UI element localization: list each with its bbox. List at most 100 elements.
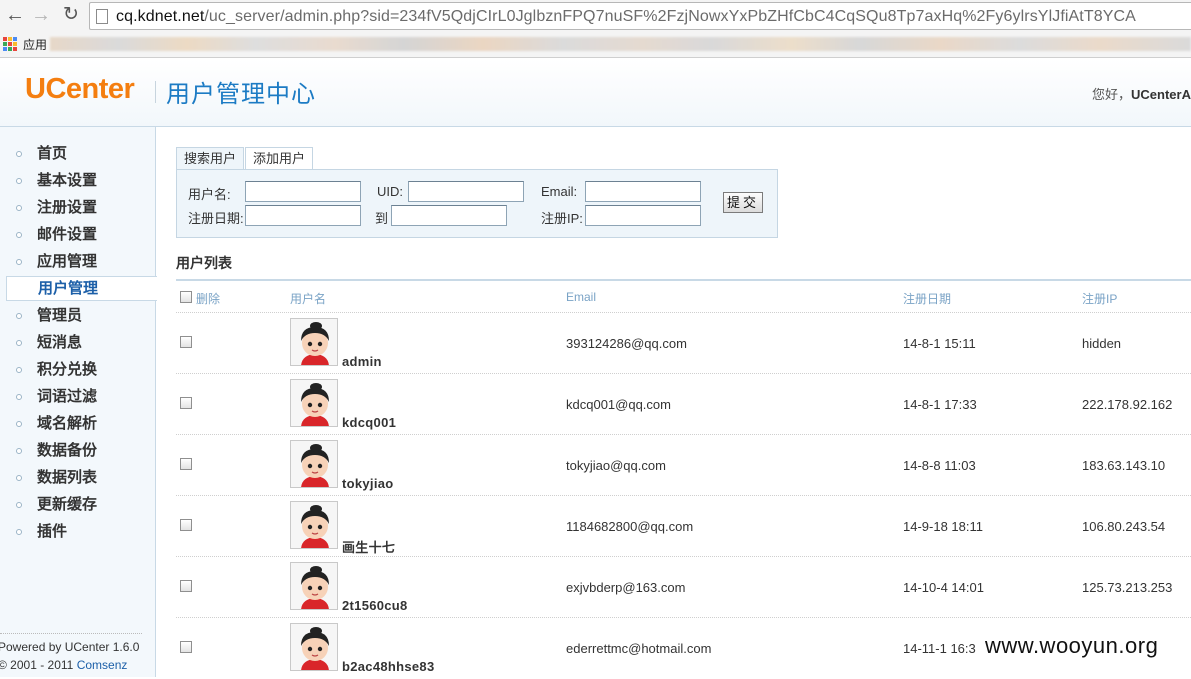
username-text[interactable]: 画生十七 (342, 537, 395, 556)
url-text[interactable]: cq.kdnet.net/uc_server/admin.php?sid=234… (116, 7, 1136, 27)
sidebar-item-label: 词语过滤 (37, 388, 98, 405)
sidebar-item-word-filter[interactable]: 词语过滤 (0, 383, 156, 410)
sidebar-item-domain-resolution[interactable]: 域名解析 (0, 410, 156, 437)
sidebar-item-data-backup[interactable]: 数据备份 (0, 437, 156, 464)
sidebar-item-label: 数据列表 (37, 469, 98, 486)
username-text[interactable]: b2ac48hhse83 (342, 659, 435, 674)
email-cell: 1184682800@qq.com (566, 519, 694, 534)
url-path: /uc_server/admin.php?sid=234fV5QdjCIrL0J… (204, 8, 1136, 25)
sidebar-item-administrators[interactable]: 管理员 (0, 302, 156, 329)
avatar[interactable] (290, 623, 338, 671)
comsenz-link[interactable]: Comsenz (77, 658, 128, 672)
column-header-regdate: 注册日期 (903, 292, 952, 306)
bullet-icon (16, 502, 22, 508)
to-label: 到 (375, 211, 389, 226)
username-text[interactable]: tokyjiao (342, 476, 394, 491)
row-checkbox[interactable] (180, 580, 192, 592)
sidebar-item-app-management[interactable]: 应用管理 (0, 248, 156, 275)
row-checkbox[interactable] (180, 336, 192, 348)
sidebar-item-register-settings[interactable]: 注册设置 (0, 194, 156, 221)
tab-add-user[interactable]: 添加用户 (245, 147, 314, 170)
column-header-delete: 删除 (196, 292, 221, 306)
sidebar-item-label: 积分兑换 (37, 361, 98, 378)
table-row: tokyjiao tokyjiao@qq.com 14-8-8 11:03 18… (176, 435, 1191, 496)
row-checkbox[interactable] (180, 519, 192, 531)
regip-cell: hidden (1082, 336, 1122, 351)
sidebar-item-data-list[interactable]: 数据列表 (0, 464, 156, 491)
sidebar-item-label: 注册设置 (37, 199, 98, 216)
regdate-from-input[interactable] (245, 205, 361, 226)
regip-label: 注册IP: (541, 211, 583, 226)
sidebar-item-user-management[interactable]: 用户管理 (6, 276, 157, 301)
back-arrow-icon[interactable]: ← (4, 4, 26, 26)
sidebar-item-plugins[interactable]: 插件 (0, 518, 156, 545)
regdate-to-input[interactable] (391, 205, 507, 226)
avatar[interactable] (290, 379, 338, 427)
sidebar-item-credit-exchange[interactable]: 积分兑换 (0, 356, 156, 383)
regdate-cell: 14-8-1 15:11 (903, 336, 976, 351)
sidebar-item-label: 域名解析 (37, 415, 98, 432)
apps-label[interactable]: 应用 (23, 36, 47, 53)
regdate-cell: 14-9-18 18:11 (903, 519, 983, 534)
bullet-icon (16, 421, 22, 427)
regip-cell: 125.73.213.253 (1082, 580, 1173, 595)
regdate-cell: 14-8-1 17:33 (903, 397, 977, 412)
tab-search-users[interactable]: 搜索用户 (176, 147, 245, 170)
email-label: Email: (541, 184, 578, 199)
apps-grid-icon[interactable] (3, 37, 17, 51)
email-cell: 393124286@qq.com (566, 336, 687, 351)
table-row: 画生十七 1184682800@qq.com 14-9-18 18:11 106… (176, 496, 1191, 557)
powered-by: Powered by UCenter 1.6.0 (0, 640, 140, 654)
regdate-cell: 14-11-1 16:3 (903, 641, 976, 656)
avatar[interactable] (290, 501, 338, 549)
sidebar-item-mail-settings[interactable]: 邮件设置 (0, 221, 156, 248)
ucenter-logo[interactable]: UCenter (25, 73, 135, 106)
regip-cell: 183.63.143.10 (1082, 458, 1166, 473)
row-checkbox[interactable] (180, 458, 192, 470)
footer-divider (0, 633, 142, 634)
column-header-username: 用户名 (290, 292, 327, 306)
username-text[interactable]: 2t1560cu8 (342, 598, 408, 613)
forward-arrow-icon[interactable]: → (30, 4, 52, 26)
regip-cell: 106.80.243.54 (1082, 519, 1166, 534)
username-text[interactable]: kdcq001 (342, 415, 396, 430)
page-icon (96, 9, 108, 24)
email-cell: tokyjiao@qq.com (566, 458, 666, 473)
greeting-user[interactable]: UCenterAd (1131, 87, 1191, 102)
sidebar-item-update-cache[interactable]: 更新缓存 (0, 491, 156, 518)
bullet-icon (16, 178, 22, 184)
row-checkbox[interactable] (180, 397, 192, 409)
username-text[interactable]: admin (342, 354, 382, 369)
sidebar-item-messages[interactable]: 短消息 (0, 329, 156, 356)
uid-input[interactable] (408, 181, 524, 202)
submit-button[interactable]: 提交 (723, 192, 763, 213)
row-checkbox[interactable] (180, 641, 192, 653)
sidebar-item-label: 更新缓存 (37, 496, 98, 513)
email-cell: exjvbderp@163.com (566, 580, 686, 595)
page-title: 用户管理中心 (166, 81, 316, 108)
avatar[interactable] (290, 440, 338, 488)
address-bar[interactable]: cq.kdnet.net/uc_server/admin.php?sid=234… (89, 2, 1191, 30)
email-cell: kdcq001@qq.com (566, 397, 671, 412)
sidebar-item-basic-settings[interactable]: 基本设置 (0, 167, 156, 194)
sidebar-item-home[interactable]: 首页 (0, 140, 156, 167)
table-row: admin 393124286@qq.com 14-8-1 15:11 hidd… (176, 313, 1191, 374)
sidebar-item-label: 基本设置 (37, 172, 98, 189)
bullet-icon (16, 151, 22, 157)
reload-icon[interactable]: ↻ (60, 4, 82, 26)
regip-input[interactable] (585, 205, 701, 226)
select-all-checkbox[interactable] (180, 291, 192, 303)
browser-chrome: ← → ↻ cq.kdnet.net/uc_server/admin.php?s… (0, 0, 1191, 58)
greeting: 您好，UCenterAd (1092, 84, 1191, 103)
app-header: UCenter 用户管理中心 您好，UCenterAd (0, 59, 1191, 127)
avatar[interactable] (290, 562, 338, 610)
sidebar-item-label: 应用管理 (37, 253, 98, 270)
avatar[interactable] (290, 318, 338, 366)
bullet-icon (16, 205, 22, 211)
sidebar-item-label: 首页 (37, 145, 68, 162)
search-form: 用户名: UID: Email: 注册日期: 到 注册IP: 提交 (176, 169, 778, 238)
email-input[interactable] (585, 181, 701, 202)
sidebar-item-label: 短消息 (37, 334, 83, 351)
bullet-icon (16, 367, 22, 373)
username-input[interactable] (245, 181, 361, 202)
